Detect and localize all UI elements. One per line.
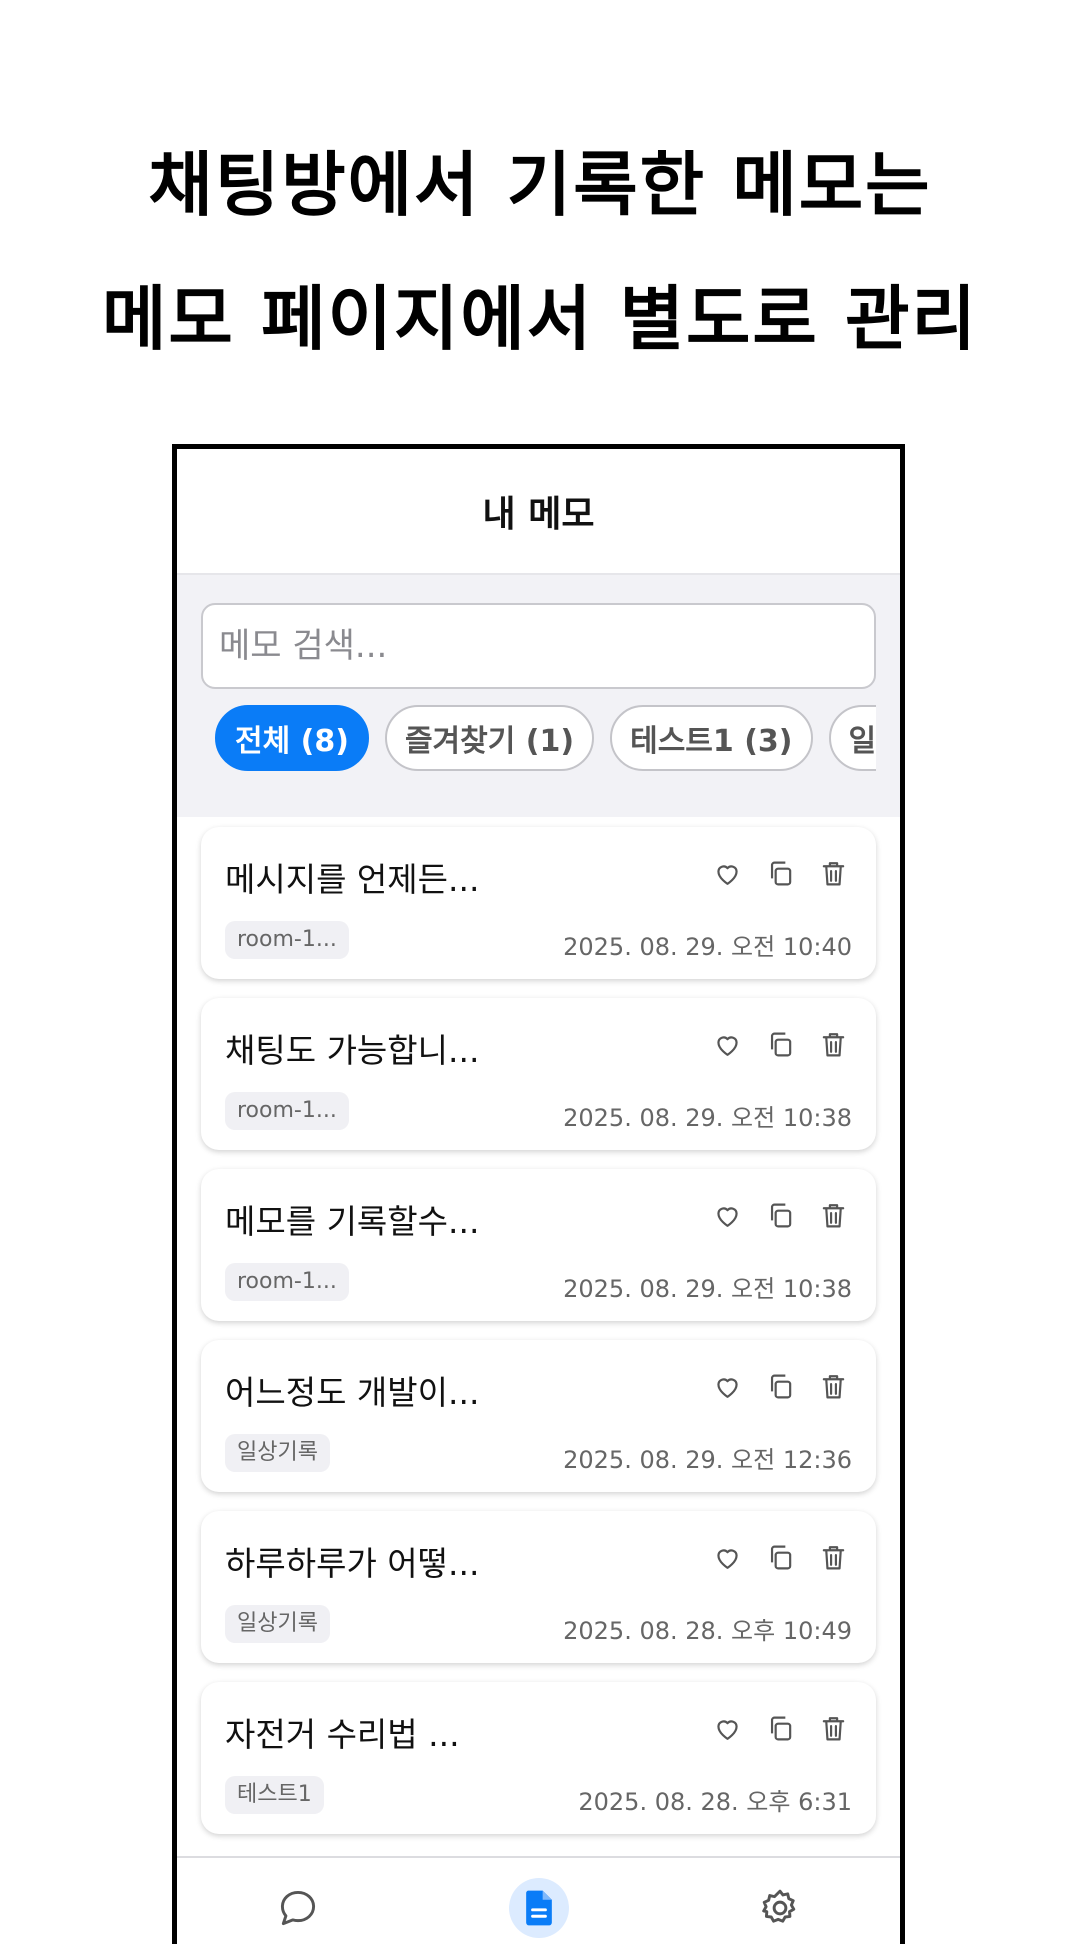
heart-icon[interactable]: [713, 1543, 742, 1572]
memo-card[interactable]: 하루하루가 어떻... 일상기록 2025. 08. 28. 오후 10:49: [201, 1511, 876, 1663]
trash-icon[interactable]: [819, 1714, 848, 1743]
memo-room-tag: room-1...: [225, 1263, 349, 1301]
memo-date: 2025. 08. 29. 오전 12:36: [563, 1446, 852, 1474]
search-box[interactable]: [201, 603, 876, 689]
phone-frame: 내 메모 전체 (8)즐겨찾기 (1)테스트1 (3) 일상기 메시지를 언제든.…: [172, 444, 905, 1944]
copy-icon[interactable]: [766, 1372, 795, 1401]
bottom-nav: [177, 1856, 900, 1944]
memo-date: 2025. 08. 29. 오전 10:40: [563, 933, 852, 961]
heart-icon[interactable]: [713, 1030, 742, 1059]
memo-card[interactable]: 채팅도 가능합니... room-1... 2025. 08. 29. 오전 1…: [201, 998, 876, 1150]
filter-chip[interactable]: 일상기: [828, 705, 876, 771]
memo-title: 하루하루가 어떻...: [225, 1544, 480, 1583]
trash-icon[interactable]: [819, 1372, 848, 1401]
memo-room-tag: 테스트1: [225, 1776, 324, 1814]
copy-icon[interactable]: [766, 1714, 795, 1743]
memo-room-tag: room-1...: [225, 921, 349, 959]
memo-actions: [713, 1201, 848, 1230]
memo-card[interactable]: 자전거 수리법 ... 테스트1 2025. 08. 28. 오후 6:31: [201, 1682, 876, 1834]
filter-chip[interactable]: 전체 (8): [215, 705, 369, 771]
nav-item-chat[interactable]: [268, 1878, 328, 1938]
memo-date: 2025. 08. 28. 오후 10:49: [563, 1617, 852, 1645]
trash-icon[interactable]: [819, 1543, 848, 1572]
memo-actions: [713, 1543, 848, 1572]
nav-item-memo[interactable]: [508, 1878, 569, 1938]
memo-card[interactable]: 메시지를 언제든... room-1... 2025. 08. 29. 오전 1…: [201, 827, 876, 979]
copy-icon[interactable]: [766, 859, 795, 888]
memo-actions: [713, 1030, 848, 1059]
memo-card[interactable]: 메모를 기록할수... room-1... 2025. 08. 29. 오전 1…: [201, 1169, 876, 1321]
heart-icon[interactable]: [713, 1201, 742, 1230]
memo-actions: [713, 1372, 848, 1401]
memo-title: 채팅도 가능합니...: [225, 1031, 480, 1070]
trash-icon[interactable]: [819, 859, 848, 888]
app-header: 내 메모: [177, 449, 900, 575]
memo-actions: [713, 859, 848, 888]
copy-icon[interactable]: [766, 1201, 795, 1230]
memo-room-tag: room-1...: [225, 1092, 349, 1130]
copy-icon[interactable]: [766, 1030, 795, 1059]
search-input[interactable]: [219, 626, 858, 666]
filter-chip[interactable]: 테스트1 (3): [610, 705, 813, 771]
heart-icon[interactable]: [713, 1372, 742, 1401]
memo-title: 메모를 기록할수...: [225, 1202, 480, 1241]
heart-icon[interactable]: [713, 859, 742, 888]
heart-icon[interactable]: [713, 1714, 742, 1743]
filter-chip[interactable]: 즐겨찾기 (1): [384, 705, 595, 771]
memo-actions: [713, 1714, 848, 1743]
memo-icon: [517, 1886, 561, 1930]
memo-title: 어느정도 개발이...: [225, 1373, 480, 1412]
trash-icon[interactable]: [819, 1201, 848, 1230]
memo-title: 자전거 수리법 ...: [225, 1715, 460, 1754]
memo-date: 2025. 08. 28. 오후 6:31: [578, 1788, 852, 1816]
search-area: [177, 575, 900, 689]
memo-list: 메시지를 언제든... room-1... 2025. 08. 29. 오전 1…: [177, 817, 900, 1861]
promo-headline: 채팅방에서 기록한 메모는 메모 페이지에서 별도로 관리: [0, 118, 1080, 386]
memo-title: 메시지를 언제든...: [225, 860, 480, 899]
nav-item-gear[interactable]: [750, 1878, 810, 1938]
copy-icon[interactable]: [766, 1543, 795, 1572]
gear-icon: [758, 1886, 802, 1930]
memo-card[interactable]: 어느정도 개발이... 일상기록 2025. 08. 29. 오전 12:36: [201, 1340, 876, 1492]
memo-date: 2025. 08. 29. 오전 10:38: [563, 1275, 852, 1303]
chat-icon: [276, 1886, 320, 1930]
filter-chips: 전체 (8)즐겨찾기 (1)테스트1 (3) 일상기: [177, 689, 876, 817]
page-title: 내 메모: [482, 494, 595, 535]
memo-date: 2025. 08. 29. 오전 10:38: [563, 1104, 852, 1132]
memo-room-tag: 일상기록: [225, 1605, 330, 1643]
headline-line-2: 메모 페이지에서 별도로 관리: [102, 278, 978, 360]
trash-icon[interactable]: [819, 1030, 848, 1059]
headline-line-1: 채팅방에서 기록한 메모는: [148, 144, 932, 226]
memo-room-tag: 일상기록: [225, 1434, 330, 1472]
